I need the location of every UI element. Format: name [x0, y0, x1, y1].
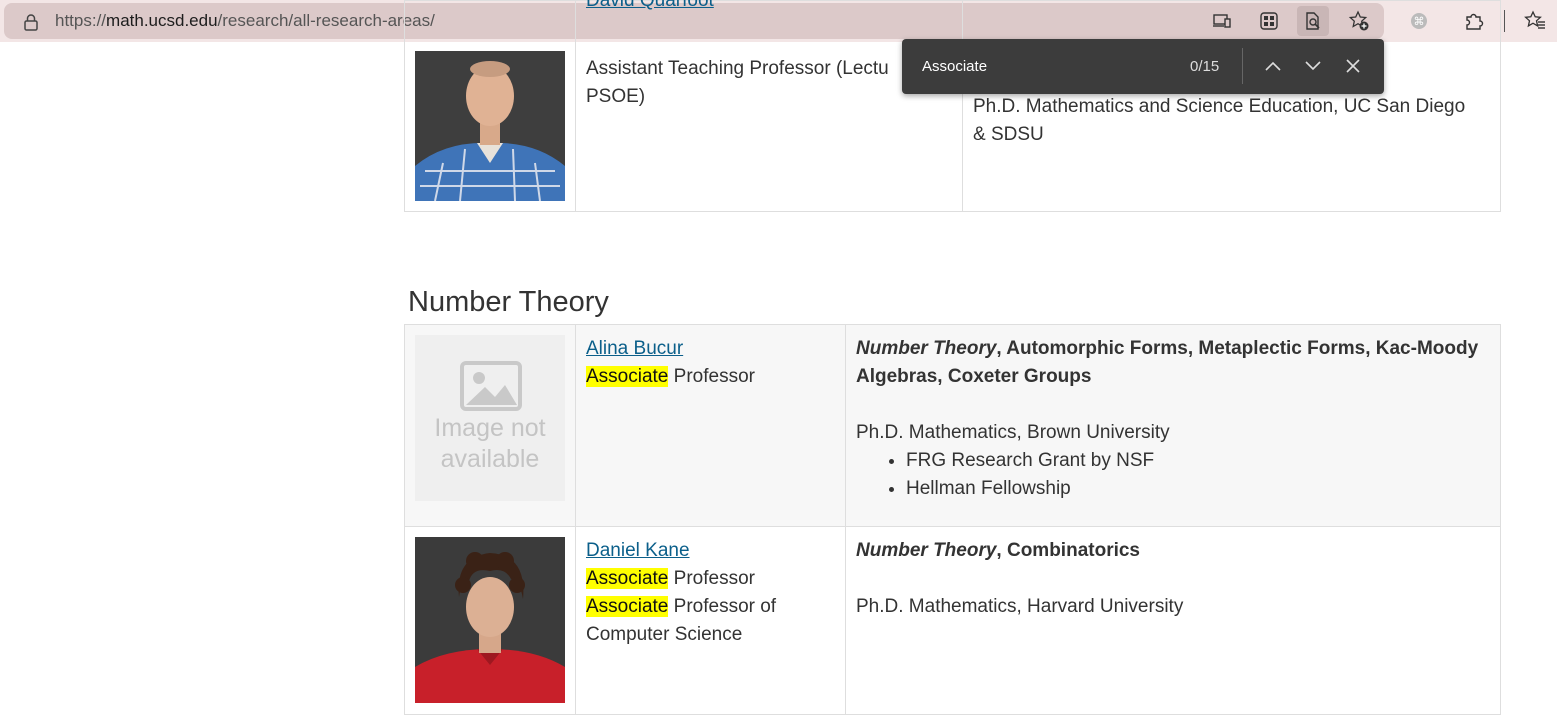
find-next-button[interactable] [1300, 53, 1326, 79]
other-areas: , Combinatorics [996, 540, 1140, 561]
faculty-title-cont: PSOE) [586, 86, 646, 107]
url-prefix: https:// [55, 11, 107, 30]
faculty-title: Associate Professor [586, 363, 835, 391]
faculty-title-text: Professor of [668, 596, 777, 617]
table-row: Daniel Kane Associate Professor Associat… [404, 526, 1501, 715]
faculty-education-cont: & SDSU [973, 124, 1044, 145]
faculty-education: Ph.D. Mathematics, Harvard University [856, 596, 1184, 617]
list-item: FRG Research Grant by NSF [906, 447, 1490, 475]
section-title: Number Theory [408, 286, 609, 318]
details-cell: Number Theory, Combinatorics Ph.D. Mathe… [845, 526, 1501, 715]
url-text[interactable]: https://math.ucsd.edu/research/all-resea… [55, 11, 435, 31]
details-cell: Number Theory, Automorphic Forms, Metapl… [845, 324, 1501, 527]
faculty-education: Ph.D. Mathematics, Brown University [856, 422, 1170, 443]
list-item: Hellman Fellowship [906, 475, 1490, 503]
find-highlight: Associate [586, 596, 669, 617]
chevron-up-icon [1265, 61, 1281, 71]
table-row: David Quarfoot Assistant Teaching Profes… [404, 0, 1501, 212]
faculty-photo [415, 537, 565, 703]
faculty-table-top: David Quarfoot Assistant Teaching Profes… [404, 0, 1501, 212]
title-cell: Alina Bucur Associate Professor [575, 324, 846, 527]
title-cell: Daniel Kane Associate Professor Associat… [575, 526, 846, 715]
faculty-title-2-cont: Computer Science [586, 624, 743, 645]
image-not-available-text: Image not [434, 414, 546, 442]
faculty-title: Associate Professor [586, 565, 835, 593]
awards-list: FRG Research Grant by NSF Hellman Fellow… [906, 447, 1490, 503]
lock-icon[interactable] [22, 13, 40, 31]
faculty-title-text: Professor [668, 366, 755, 387]
favorites-icon[interactable] [1519, 6, 1551, 36]
find-match-count: 0/15 [1190, 58, 1220, 75]
photo-cell [404, 0, 576, 212]
url-host: math.ucsd.edu [106, 11, 218, 30]
title-cell: David Quarfoot Assistant Teaching Profes… [575, 0, 963, 212]
find-highlight: Associate [586, 568, 669, 589]
faculty-name-link[interactable]: David Quarfoot [586, 0, 714, 11]
research-areas: Number Theory, Combinatorics [856, 537, 1490, 565]
primary-area: Number Theory [856, 540, 997, 561]
details-cell: Ph.D. Mathematics and Science Education,… [962, 0, 1501, 212]
faculty-title: Assistant Teaching Professor (Lectu [586, 58, 889, 79]
find-previous-button[interactable] [1260, 53, 1286, 79]
close-icon [1346, 59, 1360, 73]
table-row: Image not available Alina Bucur Associat… [404, 324, 1501, 527]
find-input[interactable] [922, 58, 1162, 75]
faculty-education: Ph.D. Mathematics and Science Education,… [973, 96, 1466, 117]
image-not-available: Image not available [415, 335, 565, 501]
faculty-title-2: Associate Professor of [586, 593, 835, 621]
photo-cell [404, 526, 576, 715]
faculty-name-link[interactable]: Daniel Kane [586, 540, 690, 561]
find-close-button[interactable] [1340, 53, 1366, 79]
faculty-table: Image not available Alina Bucur Associat… [404, 324, 1501, 715]
faculty-title-text: Professor [668, 568, 755, 589]
image-not-available-text-2: available [440, 445, 540, 473]
faculty-photo [415, 51, 565, 201]
find-separator [1242, 48, 1243, 84]
research-areas: Number Theory, Automorphic Forms, Metapl… [856, 335, 1490, 391]
chevron-down-icon [1305, 61, 1321, 71]
faculty-name-link[interactable]: Alina Bucur [586, 338, 683, 359]
primary-area: Number Theory [856, 338, 997, 359]
photo-cell: Image not available [404, 324, 576, 527]
url-path: /research/all-research-areas/ [217, 11, 435, 30]
find-highlight: Associate [586, 366, 669, 387]
toolbar-separator [1504, 10, 1505, 32]
page-content: David Quarfoot Assistant Teaching Profes… [0, 0, 1557, 715]
